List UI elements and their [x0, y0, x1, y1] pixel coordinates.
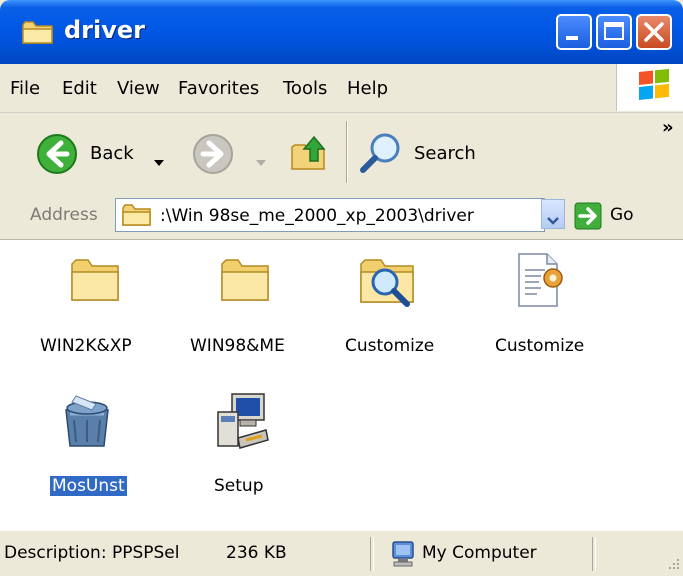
- window-title: driver: [64, 16, 145, 44]
- folder-icon: [66, 250, 124, 312]
- folder-icon: [216, 250, 274, 312]
- menu-help[interactable]: Help: [347, 78, 388, 99]
- explorer-window: driver File Edit View Favorites Tools He…: [0, 0, 683, 576]
- back-button[interactable]: Back: [30, 131, 180, 175]
- chevron-down-icon[interactable]: [154, 151, 164, 170]
- forward-button[interactable]: [190, 131, 270, 175]
- list-item[interactable]: WIN98&ME: [180, 250, 310, 360]
- chevron-down-icon: [547, 210, 559, 229]
- my-computer-icon: [390, 540, 416, 572]
- list-item[interactable]: Customize: [335, 250, 465, 360]
- go-label: Go: [610, 205, 634, 225]
- minimize-button[interactable]: [556, 14, 592, 50]
- windows-logo-icon: [616, 64, 683, 111]
- standard-toolbar: Back Search »: [0, 113, 683, 194]
- chevron-down-icon[interactable]: [256, 151, 266, 170]
- menu-tools[interactable]: Tools: [283, 78, 327, 99]
- list-item[interactable]: Customize: [483, 250, 613, 360]
- menu-file[interactable]: File: [10, 78, 40, 99]
- title-bar[interactable]: driver: [0, 0, 683, 64]
- address-input[interactable]: :\Win 98se_me_2000_xp_2003\driver: [115, 198, 545, 232]
- file-name: MosUnst: [50, 476, 127, 496]
- folder-icon: [22, 19, 54, 49]
- folder-icon: [122, 204, 152, 230]
- address-label: Address: [30, 205, 98, 225]
- toolbar-separator: [346, 121, 348, 183]
- status-divider: [370, 537, 374, 571]
- close-button[interactable]: [636, 14, 672, 50]
- list-item[interactable]: Setup: [196, 390, 296, 500]
- back-arrow-icon: [36, 133, 78, 179]
- go-arrow-icon: [574, 202, 602, 234]
- toolbar-overflow-chevron[interactable]: »: [662, 117, 674, 138]
- settings-file-icon: [511, 250, 567, 316]
- status-divider: [592, 537, 596, 571]
- file-list: WIN2K&XP WIN98&ME Customize Customize Mo…: [0, 240, 683, 530]
- up-folder-icon: [288, 135, 332, 179]
- list-item[interactable]: MosUnst: [44, 390, 154, 500]
- file-name: Customize: [495, 336, 585, 356]
- menu-view[interactable]: View: [117, 78, 160, 99]
- status-size: 236 KB: [226, 543, 287, 563]
- status-bar: Description: PPSPSel 236 KB My Computer: [0, 530, 683, 576]
- go-button[interactable]: Go: [574, 199, 664, 233]
- list-item[interactable]: WIN2K&XP: [30, 250, 160, 360]
- status-location: My Computer: [422, 543, 537, 563]
- maximize-button[interactable]: [596, 14, 632, 50]
- address-dropdown-button[interactable]: [541, 199, 565, 229]
- forward-arrow-icon: [192, 133, 234, 179]
- menu-bar: File Edit View Favorites Tools Help: [0, 64, 683, 113]
- menu-edit[interactable]: Edit: [62, 78, 97, 99]
- file-name: WIN98&ME: [190, 336, 285, 356]
- file-name: Customize: [345, 336, 435, 356]
- search-button[interactable]: Search: [358, 131, 488, 175]
- file-name: Setup: [214, 476, 264, 496]
- up-folder-button[interactable]: [288, 131, 332, 175]
- address-bar: Address :\Win 98se_me_2000_xp_2003\drive…: [0, 193, 683, 240]
- search-label: Search: [414, 143, 476, 164]
- search-icon: [358, 131, 402, 179]
- address-value: :\Win 98se_me_2000_xp_2003\driver: [160, 206, 474, 226]
- menu-favorites[interactable]: Favorites: [178, 78, 259, 99]
- back-label: Back: [90, 143, 134, 164]
- resize-grip-icon[interactable]: [663, 557, 681, 576]
- file-name: WIN2K&XP: [40, 336, 132, 356]
- folder-search-icon: [357, 250, 419, 316]
- uninstall-icon: [56, 390, 118, 456]
- status-description: Description: PPSPSel: [4, 543, 180, 563]
- setup-computer-icon: [210, 390, 272, 456]
